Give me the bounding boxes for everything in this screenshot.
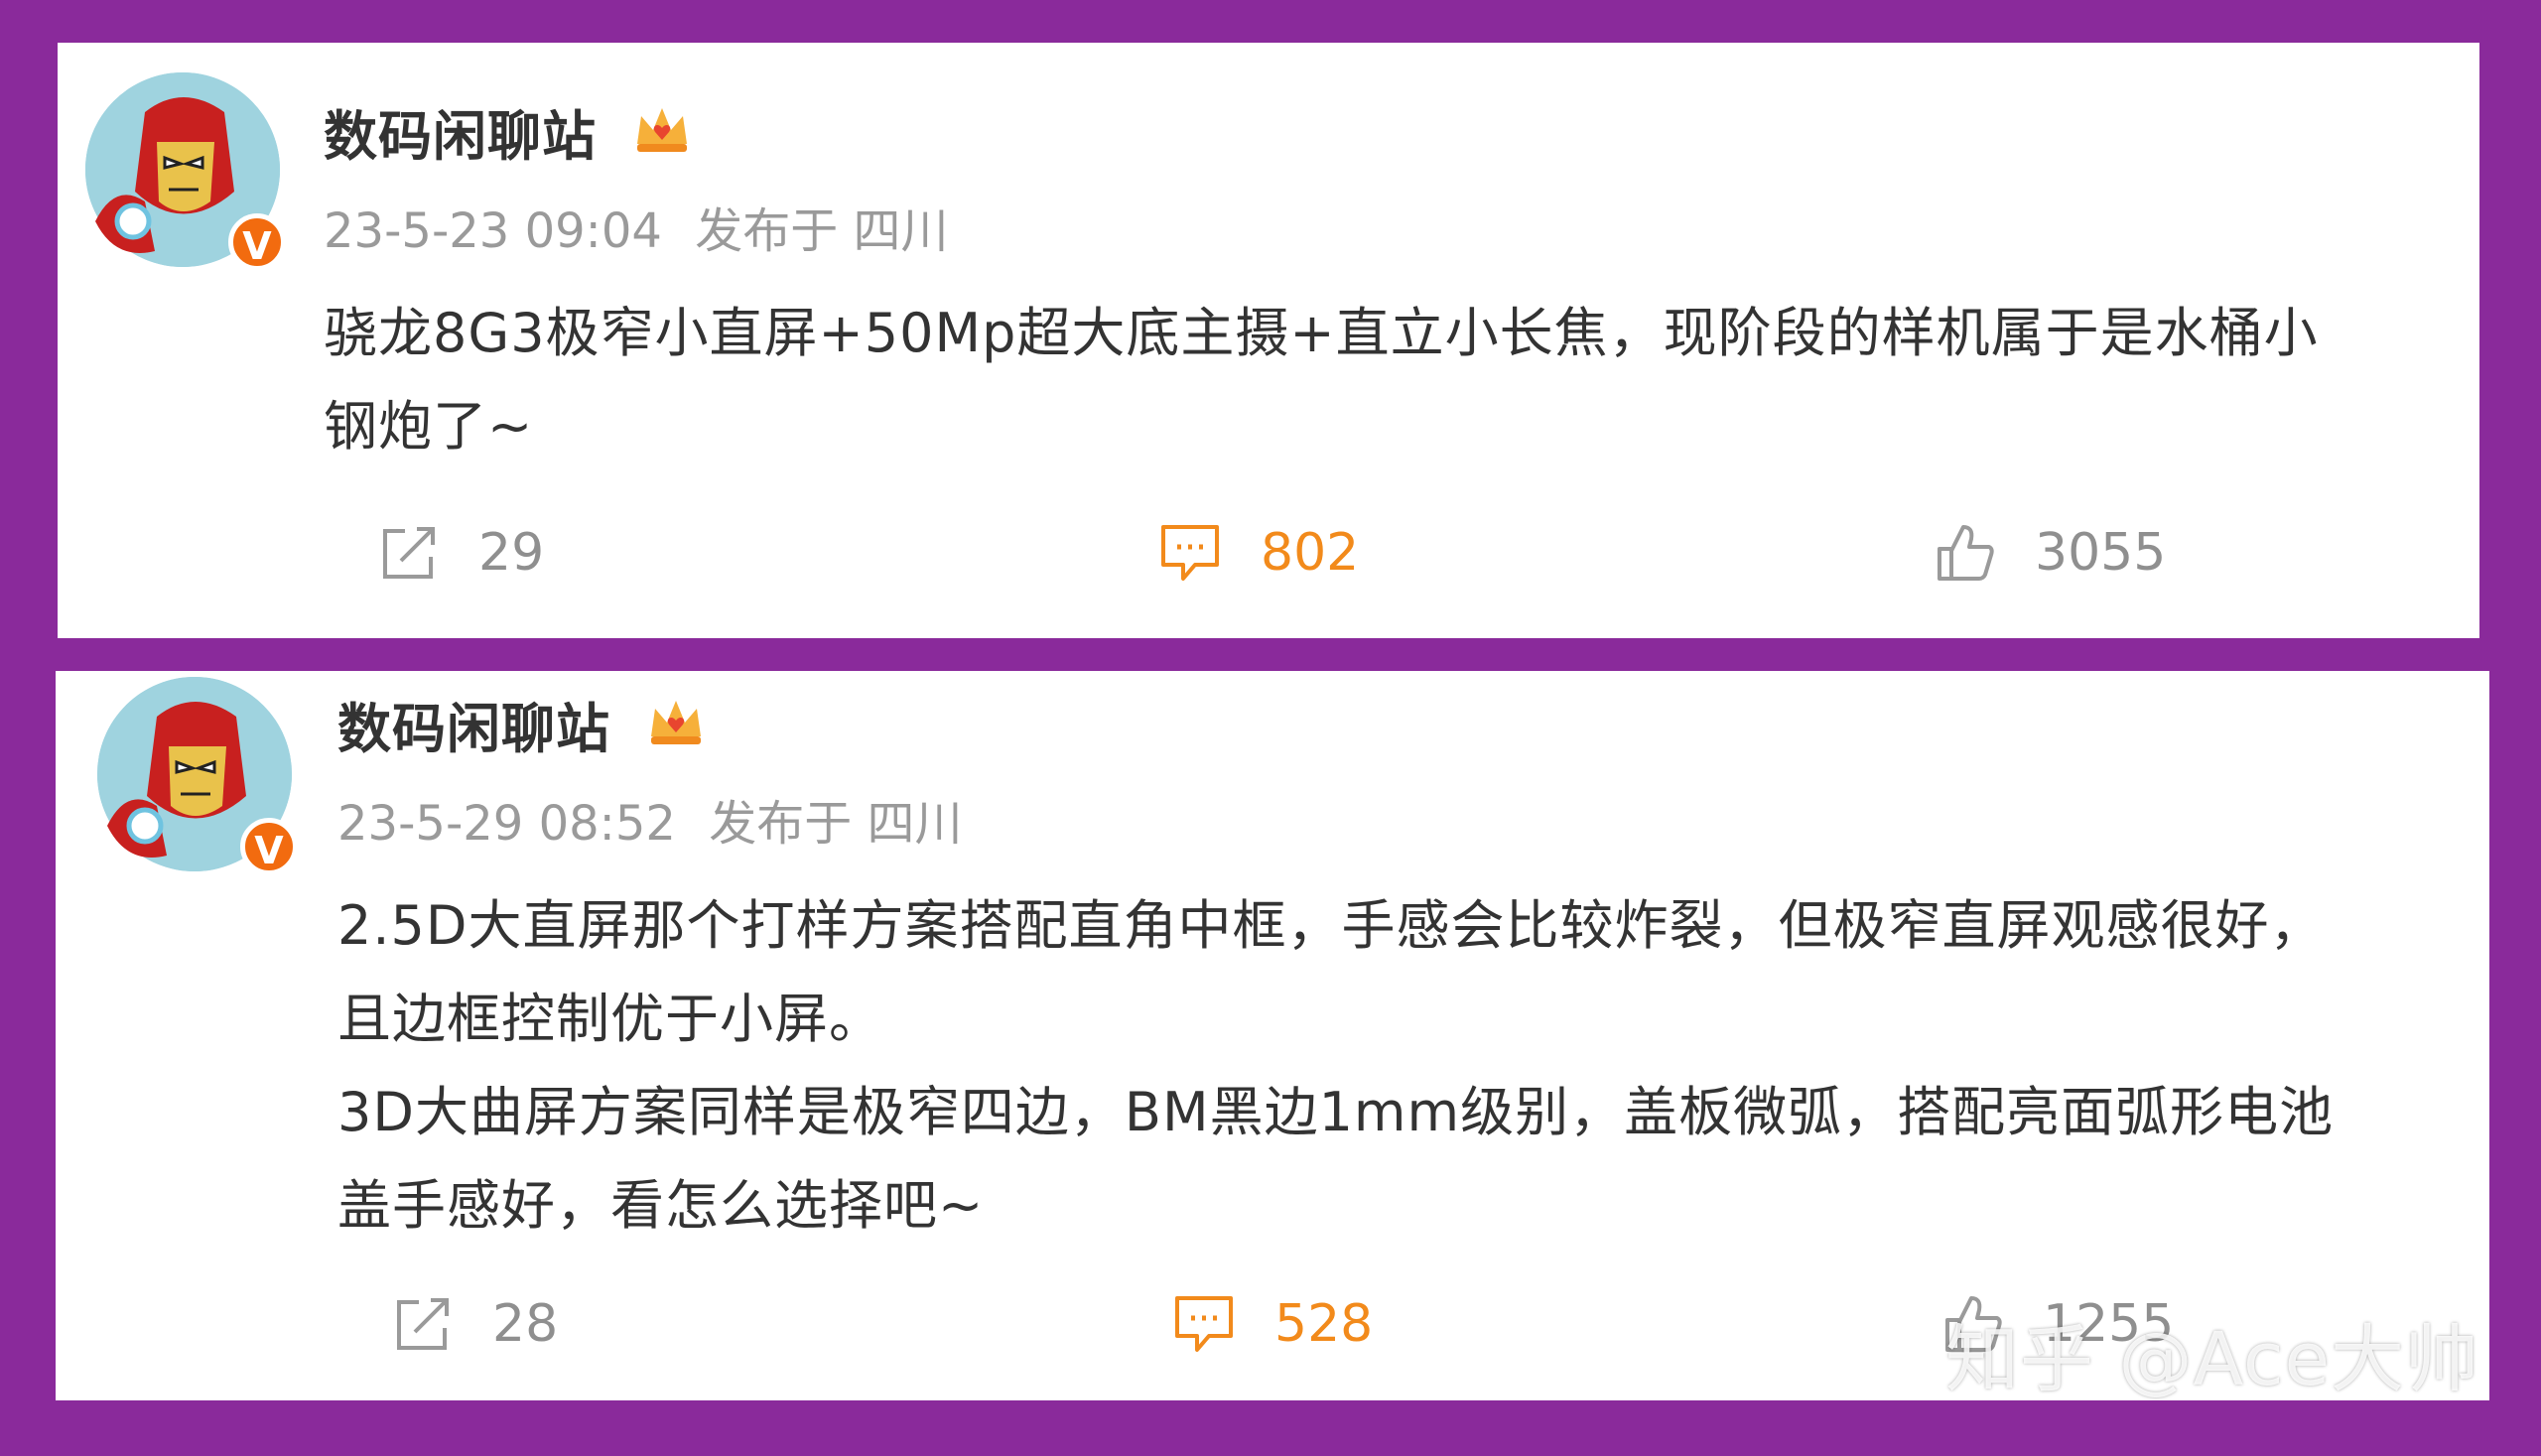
author-name[interactable]: 数码闲聊站: [337, 685, 610, 763]
post-card: V 数码闲聊站 23-5-29 08:52 发布于 四川 2.5D大直屏那个打样…: [56, 671, 2489, 1400]
share-icon: [397, 1298, 449, 1350]
timestamp: 23-5-29 08:52: [337, 796, 676, 852]
share-button[interactable]: 28: [391, 1292, 558, 1356]
like-button[interactable]: 3055: [1934, 521, 2166, 585]
location: 发布于 四川: [709, 796, 963, 852]
verified-badge: V: [228, 213, 286, 271]
content-line: 且边框控制优于小屏。: [337, 988, 883, 1050]
like-count: 3055: [2035, 523, 2167, 583]
post-meta: 23-5-23 09:04 发布于 四川: [324, 192, 948, 261]
comment-icon: [1161, 525, 1219, 581]
timestamp: 23-5-23 09:04: [324, 203, 662, 259]
zhihu-watermark: 知乎 @Ace大帅: [1945, 1317, 2480, 1402]
post-content: 骁龙8G3极窄小直屏+50Mp超大底主摄+直立小长焦，现阶段的样机属于是水桶小 …: [324, 287, 2319, 473]
post-content: 2.5D大直屏那个打样方案搭配直角中框，手感会比较炸裂，但极窄直屏观感很好， 且…: [337, 879, 2334, 1253]
crown-icon: [651, 701, 701, 744]
author-name[interactable]: 数码闲聊站: [324, 92, 597, 171]
share-count: 28: [492, 1294, 559, 1354]
avatar[interactable]: V: [97, 677, 298, 875]
comment-button[interactable]: 802: [1157, 521, 1359, 585]
content-line: 钢炮了~: [324, 395, 534, 458]
location: 发布于 四川: [695, 203, 949, 259]
comment-button[interactable]: 528: [1171, 1292, 1373, 1356]
content-line: 骁龙8G3极窄小直屏+50Mp超大底主摄+直立小长焦，现阶段的样机属于是水桶小: [324, 302, 2319, 364]
like-icon: [1938, 525, 1994, 581]
comment-count: 528: [1274, 1294, 1374, 1354]
content-line: 3D大曲屏方案同样是极窄四边，BM黑边1mm级别，盖板微弧，搭配亮面弧形电池: [337, 1081, 2335, 1143]
share-icon: [383, 527, 435, 579]
share-button[interactable]: 29: [377, 521, 544, 585]
crown-icon: [637, 108, 687, 152]
post-card: V 数码闲聊站 23-5-23 09:04 发布于 四川 骁龙8G3极窄小直屏+…: [58, 43, 2479, 638]
verified-badge: V: [240, 818, 298, 875]
share-count: 29: [478, 523, 545, 583]
content-line: 2.5D大直屏那个打样方案搭配直角中框，手感会比较炸裂，但极窄直屏观感很好，: [337, 894, 2325, 957]
comment-icon: [1175, 1296, 1233, 1352]
comment-count: 802: [1261, 523, 1360, 583]
content-line: 盖手感好，看怎么选择吧~: [337, 1174, 985, 1237]
post-meta: 23-5-29 08:52 发布于 四川: [337, 784, 962, 854]
avatar[interactable]: V: [85, 72, 286, 271]
